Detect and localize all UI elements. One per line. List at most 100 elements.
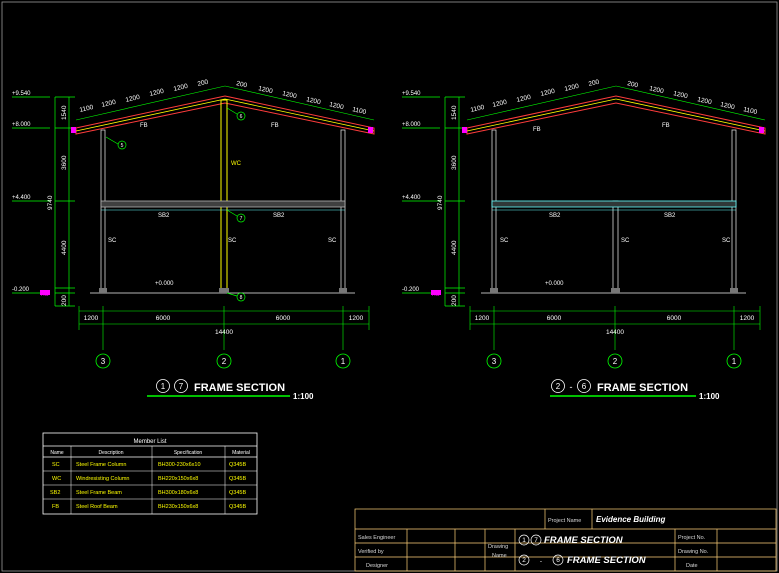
title-text: FRAME SECTION bbox=[194, 382, 285, 394]
elev-ground: -0.200 bbox=[402, 287, 420, 293]
project-name-label: Project Name bbox=[548, 518, 581, 524]
roof-dim: 1200 bbox=[720, 101, 736, 111]
label-fb-left: FB bbox=[140, 123, 148, 129]
grid-3: 3 bbox=[492, 357, 497, 366]
title-num-b: 7 bbox=[179, 382, 184, 391]
table-row-cell: BH230x150x6x8 bbox=[158, 504, 198, 510]
section-title-left: 1 7 FRAME SECTION 1:100 bbox=[147, 379, 314, 401]
grid-2: 2 bbox=[222, 357, 227, 366]
total-dim: 14400 bbox=[606, 329, 624, 336]
scale-text: 1:100 bbox=[293, 392, 314, 401]
header-specification: Specification bbox=[174, 450, 203, 456]
label-sc-2: SC bbox=[621, 238, 630, 244]
bubble-7: 7 bbox=[240, 216, 243, 222]
roof-dim: 1200 bbox=[492, 99, 508, 109]
table-row-cell: BH300x180x6x8 bbox=[158, 490, 198, 496]
dim-9740: 9740 bbox=[437, 195, 444, 210]
drawing-name-label-1: Drawing bbox=[488, 544, 508, 550]
dim-200: 200 bbox=[61, 295, 68, 306]
roof-dim: 200 bbox=[588, 79, 601, 88]
table-row-cell: BH300-230x6x10 bbox=[158, 462, 201, 468]
dim-1540: 1540 bbox=[61, 105, 68, 120]
label-wc: WC bbox=[231, 161, 242, 167]
grid-1: 1 bbox=[341, 357, 346, 366]
table-row-cell: Q345B bbox=[229, 504, 246, 510]
floor-beam-sb2 bbox=[491, 200, 737, 211]
elev-eave: +8.000 bbox=[402, 122, 421, 128]
table-row-cell: Q345B bbox=[229, 476, 246, 482]
table-row-cell: Q345B bbox=[229, 462, 246, 468]
bubble-5: 5 bbox=[121, 143, 124, 149]
cad-drawing-canvas[interactable]: +9.540 +8.000 +4.400 -0.200 1540 3600 97… bbox=[0, 0, 779, 573]
roof-dim: 200 bbox=[236, 80, 249, 89]
table-row-cell: Q345B bbox=[229, 490, 246, 496]
header-name: Name bbox=[50, 450, 64, 456]
elev-top: +9.540 bbox=[12, 91, 31, 97]
frame-section-left: +9.540 +8.000 +4.400 -0.200 1540 3600 97… bbox=[12, 79, 375, 401]
drawing-line2-sep: - bbox=[540, 558, 542, 565]
label-sc-1: SC bbox=[108, 238, 117, 244]
title-block: Project Name Sales Engineer Verified by … bbox=[354, 508, 777, 572]
dim-200: 200 bbox=[451, 295, 458, 306]
bottom-dim: 6000 bbox=[276, 315, 291, 322]
roof-dim: 1100 bbox=[743, 106, 759, 116]
label-zero: +0.000 bbox=[545, 281, 564, 287]
roof-dim: 1100 bbox=[470, 104, 486, 114]
label-sc-2: SC bbox=[228, 238, 237, 244]
drawing-line2-num-b: 6 bbox=[556, 557, 560, 564]
label-fb-left: FB bbox=[533, 127, 541, 133]
bubble-6: 6 bbox=[240, 114, 243, 120]
floor-beam-sb2 bbox=[100, 200, 346, 211]
roof-dim: 1200 bbox=[564, 83, 580, 93]
frame-section-right: +9.540 +8.000 +4.400 -0.200 1540 3600 97… bbox=[402, 79, 766, 401]
roof-dim: 1100 bbox=[79, 104, 95, 114]
label-hg: HG bbox=[432, 292, 440, 298]
drawing-line1-text: FRAME SECTION bbox=[544, 535, 624, 546]
dim-3600: 3600 bbox=[61, 155, 68, 170]
dim-4400: 4400 bbox=[61, 240, 68, 255]
title-num-b: 6 bbox=[582, 382, 587, 391]
dim-4400: 4400 bbox=[451, 240, 458, 255]
roof-dim: 1200 bbox=[125, 94, 141, 104]
bottom-dim: 1200 bbox=[740, 315, 755, 322]
roof-dim: 1200 bbox=[516, 94, 532, 104]
member-list-title: Member List bbox=[133, 439, 166, 445]
table-row-cell: SC bbox=[52, 462, 60, 468]
project-name-value: Evidence Building bbox=[596, 515, 665, 524]
designer-label: Designer bbox=[366, 563, 388, 569]
elev-top: +9.540 bbox=[402, 91, 421, 97]
label-hg: HG bbox=[41, 292, 49, 298]
label-sb2-right: SB2 bbox=[664, 213, 676, 219]
table-row-cell: BH220x150x6x8 bbox=[158, 476, 198, 482]
drawing-line2-num-a: 2 bbox=[522, 557, 526, 564]
elev-eave: +8.000 bbox=[12, 122, 31, 128]
roof-dim: 1200 bbox=[282, 90, 298, 100]
title-num-a: 1 bbox=[161, 382, 166, 391]
label-sc-1: SC bbox=[500, 238, 509, 244]
title-sep: - bbox=[570, 382, 573, 392]
bottom-dim: 1200 bbox=[349, 315, 364, 322]
roof-dim: 1200 bbox=[329, 101, 345, 111]
roof-dim: 1200 bbox=[673, 90, 689, 100]
roof-dim: 1100 bbox=[352, 106, 368, 116]
header-description: Description bbox=[98, 450, 123, 456]
project-no-label: Project No. bbox=[678, 535, 706, 541]
steel-columns bbox=[100, 99, 346, 293]
table-row-cell: FB bbox=[52, 504, 59, 510]
table-row-cell: Steel Roof Beam bbox=[76, 504, 118, 510]
label-sc-3: SC bbox=[328, 238, 337, 244]
roof-dim: 1200 bbox=[149, 88, 165, 98]
label-sc-3: SC bbox=[722, 238, 731, 244]
label-sb2-left: SB2 bbox=[158, 213, 170, 219]
roof-dim: 200 bbox=[197, 79, 210, 88]
title-num-a: 2 bbox=[556, 382, 561, 391]
roof-dim: 1200 bbox=[101, 99, 117, 109]
member-list-table: Member List Name Description Specificati… bbox=[42, 432, 258, 515]
bottom-dim: 6000 bbox=[547, 315, 562, 322]
label-sb2-right: SB2 bbox=[273, 213, 285, 219]
roof-dim: 1200 bbox=[173, 83, 189, 93]
dim-1540: 1540 bbox=[451, 105, 458, 120]
ground-line bbox=[40, 288, 355, 295]
drawing-line1-num-a: 1 bbox=[522, 537, 526, 544]
table-row-cell: Steel Frame Beam bbox=[76, 490, 122, 496]
